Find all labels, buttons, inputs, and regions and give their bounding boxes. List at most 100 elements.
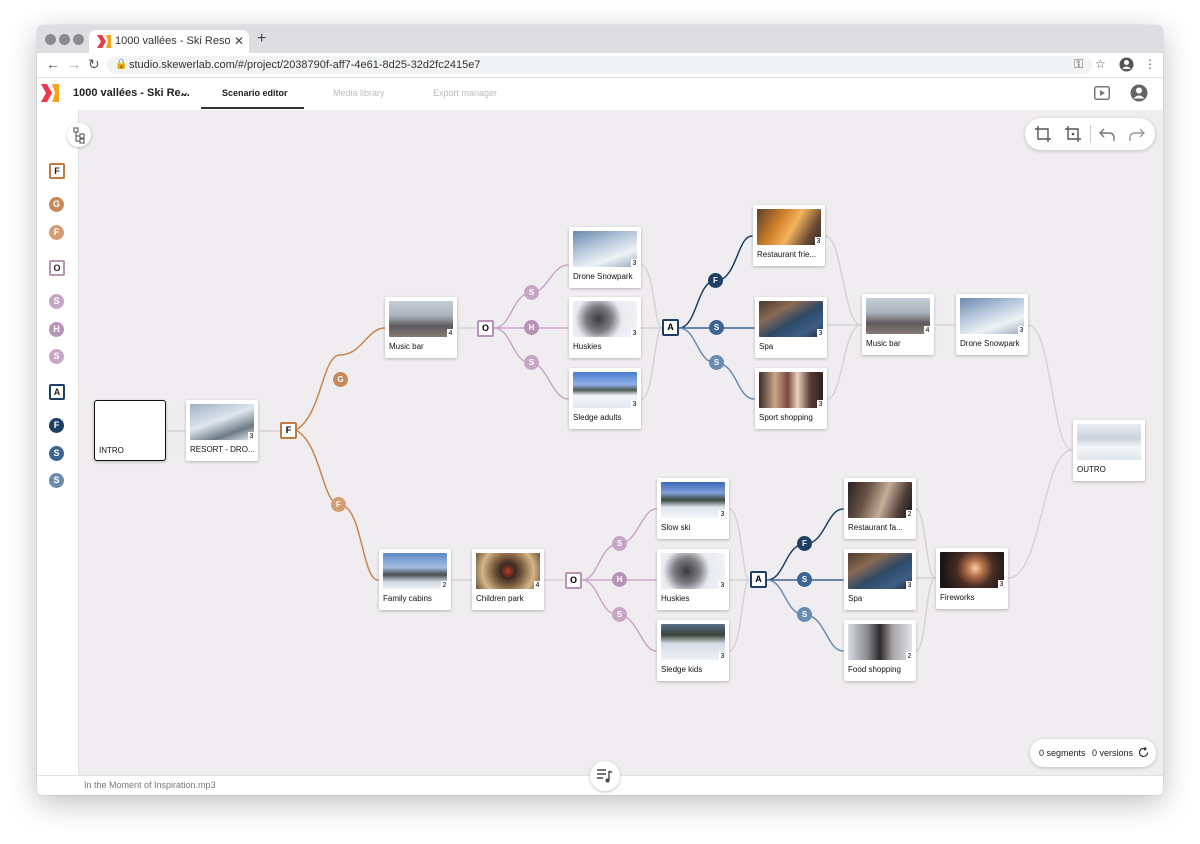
clip-count: 3: [1018, 326, 1025, 335]
node-choice-f[interactable]: F: [280, 422, 297, 439]
card-huskies-2[interactable]: 3 Huskies: [657, 549, 729, 610]
clip-count: 3: [906, 581, 913, 590]
node-option-af[interactable]: F: [708, 273, 723, 288]
thumbnail: [759, 372, 823, 408]
node-option-as2[interactable]: S: [709, 355, 724, 370]
card-label: Music bar: [389, 342, 424, 351]
card-sport-shopping[interactable]: 3 Sport shopping: [755, 368, 827, 429]
canvas-toolbar: [1025, 118, 1155, 150]
node-option-s2-bottom[interactable]: S: [612, 607, 627, 622]
clip-count: 4: [447, 329, 454, 338]
card-restaurant-family[interactable]: 2 Restaurant fa...: [844, 478, 916, 539]
thumbnail: [866, 298, 930, 334]
thumbnail: [573, 372, 637, 408]
sidebar-group-a[interactable]: A: [49, 384, 65, 400]
edge-drone2-outro: [1027, 324, 1073, 451]
card-label: Children park: [476, 594, 524, 603]
node-option-s[interactable]: S: [524, 285, 539, 300]
node-option-g[interactable]: G: [333, 372, 348, 387]
sidebar-choice-as[interactable]: S: [49, 446, 64, 461]
card-family-cabins[interactable]: 2 Family cabins: [379, 549, 451, 610]
sidebar-group-o[interactable]: O: [49, 260, 65, 276]
card-outro[interactable]: OUTRO: [1073, 420, 1145, 481]
node-choice-a[interactable]: A: [662, 319, 679, 336]
node-option-h[interactable]: H: [524, 320, 539, 335]
node-option-as-bottom[interactable]: S: [797, 572, 812, 587]
add-node-icon[interactable]: [1035, 126, 1051, 142]
card-label: Food shopping: [848, 665, 901, 674]
redo-icon[interactable]: [1129, 126, 1145, 142]
edge-fireworks-outro: [1007, 449, 1073, 579]
clip-count: 3: [719, 652, 726, 661]
thumbnail: [389, 301, 453, 337]
thumbnail: [960, 298, 1024, 334]
edge-restaurant-musicbar2: [824, 235, 862, 326]
card-drone-snowpark[interactable]: 3 Drone Snowpark: [569, 227, 641, 288]
card-huskies[interactable]: 3 Huskies: [569, 297, 641, 358]
card-food-shopping[interactable]: 2 Food shopping: [844, 620, 916, 681]
card-sledge-kids[interactable]: 3 Sledge kids: [657, 620, 729, 681]
card-label: Huskies: [573, 342, 602, 351]
music-playlist-button[interactable]: [590, 761, 620, 791]
clip-count: 3: [998, 580, 1005, 589]
sidebar-choice-g[interactable]: G: [49, 197, 64, 212]
sidebar-choice-h[interactable]: H: [49, 322, 64, 337]
card-spa[interactable]: 3 Spa: [755, 297, 827, 358]
node-option-as[interactable]: S: [709, 320, 724, 335]
sidebar-choice-f[interactable]: F: [49, 225, 64, 240]
versions-count: 0 versions: [1092, 748, 1134, 758]
segments-count: 0 segments: [1039, 748, 1086, 758]
card-label: Family cabins: [383, 594, 432, 603]
thumbnail: [848, 624, 912, 660]
browser-window: 1000 vallées - Ski Resort - Ske ✕ + ← → …: [37, 25, 1163, 795]
crop-icon[interactable]: [1065, 126, 1081, 142]
node-choice-a-2[interactable]: A: [750, 571, 767, 588]
segments-versions-pill[interactable]: 0 segments 0 versions: [1030, 739, 1156, 767]
clip-count: 3: [719, 581, 726, 590]
thumbnail: [190, 404, 254, 440]
card-music-bar[interactable]: 4 Music bar: [385, 297, 457, 358]
thumbnail: [573, 301, 637, 337]
clip-count: 2: [441, 581, 448, 590]
clip-count: 3: [248, 432, 255, 441]
node-option-as2-bottom[interactable]: S: [797, 607, 812, 622]
node-option-af-bottom[interactable]: F: [797, 536, 812, 551]
card-label: Spa: [759, 342, 774, 351]
card-slow-ski[interactable]: 3 Slow ski: [657, 478, 729, 539]
thumbnail: [383, 553, 447, 589]
undo-icon[interactable]: [1099, 126, 1115, 142]
card-spa-2[interactable]: 3 Spa: [844, 549, 916, 610]
card-label: Drone Snowpark: [960, 339, 1020, 348]
thumbnail: [661, 624, 725, 660]
sidebar-group-f[interactable]: F: [49, 163, 65, 179]
card-label: Spa: [848, 594, 863, 603]
card-drone-snowpark-2[interactable]: 3 Drone Snowpark: [956, 294, 1028, 355]
toolbar-divider: [1090, 125, 1091, 143]
card-resort[interactable]: 3 RESORT - DRO...: [186, 400, 258, 461]
clip-count: 4: [534, 581, 541, 590]
card-restaurant-friends[interactable]: 3 Restaurant frie...: [753, 205, 825, 266]
node-option-s2[interactable]: S: [524, 355, 539, 370]
refresh-icon[interactable]: [1138, 747, 1149, 758]
sidebar-choice-s[interactable]: S: [49, 294, 64, 309]
node-option-h-bottom[interactable]: H: [612, 572, 627, 587]
clip-count: 3: [815, 237, 822, 246]
card-intro[interactable]: INTRO: [94, 400, 166, 461]
card-children-park[interactable]: 4 Children park: [472, 549, 544, 610]
card-sledge-adults[interactable]: 3 Sledge adults: [569, 368, 641, 429]
thumbnail: [848, 482, 912, 518]
sidebar-choice-af[interactable]: F: [49, 418, 64, 433]
card-music-bar-2[interactable]: 4 Music bar: [862, 294, 934, 355]
card-label: Fireworks: [940, 593, 975, 602]
sidebar-choice-s2[interactable]: S: [49, 349, 64, 364]
node-option-s-bottom[interactable]: S: [612, 536, 627, 551]
tree-view-button[interactable]: [67, 123, 91, 147]
node-option-f[interactable]: F: [331, 497, 346, 512]
node-choice-o-2[interactable]: O: [565, 572, 582, 589]
card-fireworks[interactable]: 3 Fireworks: [936, 548, 1008, 609]
sidebar-choice-as2[interactable]: S: [49, 473, 64, 488]
edge-slowski-anode: [728, 508, 750, 581]
clip-count: 2: [906, 510, 913, 519]
edge-sledge-anode: [640, 327, 663, 400]
node-choice-o[interactable]: O: [477, 320, 494, 337]
